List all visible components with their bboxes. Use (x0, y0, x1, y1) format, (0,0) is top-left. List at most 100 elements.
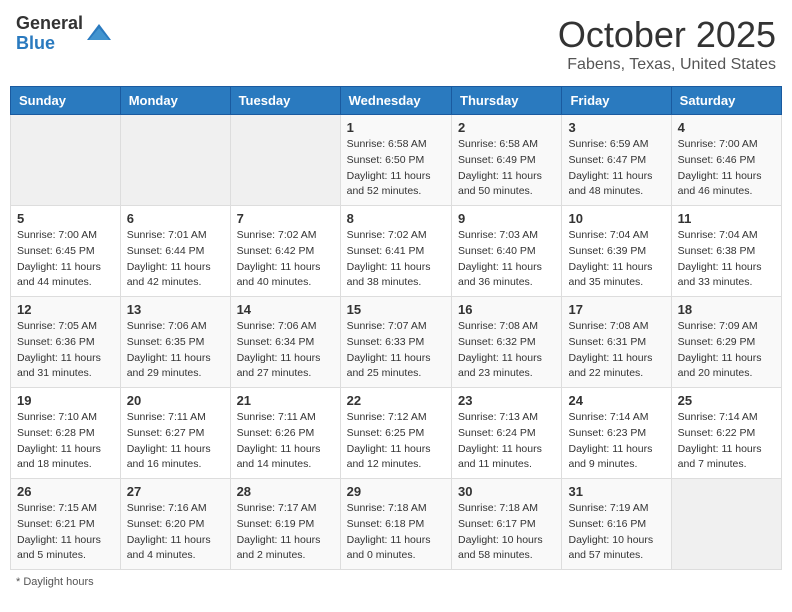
calendar-header-row: SundayMondayTuesdayWednesdayThursdayFrid… (11, 87, 782, 115)
day-info: Sunrise: 7:00 AMSunset: 6:46 PMDaylight:… (678, 137, 775, 200)
calendar-cell (120, 115, 230, 206)
calendar-cell: 10 Sunrise: 7:04 AMSunset: 6:39 PMDayligh… (562, 206, 671, 297)
calendar-cell: 17 Sunrise: 7:08 AMSunset: 6:31 PMDayligh… (562, 297, 671, 388)
day-number: 19 (17, 393, 114, 408)
logo-blue: Blue (16, 34, 83, 54)
day-info: Sunrise: 7:08 AMSunset: 6:31 PMDaylight:… (568, 319, 664, 382)
day-info: Sunrise: 7:16 AMSunset: 6:20 PMDaylight:… (127, 501, 224, 564)
calendar-header-monday: Monday (120, 87, 230, 115)
calendar-cell: 5 Sunrise: 7:00 AMSunset: 6:45 PMDaylight… (11, 206, 121, 297)
calendar-header-friday: Friday (562, 87, 671, 115)
day-info: Sunrise: 7:15 AMSunset: 6:21 PMDaylight:… (17, 501, 114, 564)
day-number: 16 (458, 302, 555, 317)
calendar-cell: 30Sunrise: 7:18 AMSunset: 6:17 PMDayligh… (452, 479, 562, 570)
calendar-week-row: 1Sunrise: 6:58 AMSunset: 6:50 PMDaylight… (11, 115, 782, 206)
calendar-cell: 29 Sunrise: 7:18 AMSunset: 6:18 PMDayligh… (340, 479, 451, 570)
day-info: Sunrise: 7:19 AMSunset: 6:16 PMDaylight:… (568, 501, 664, 564)
day-info: Sunrise: 7:01 AMSunset: 6:44 PMDaylight:… (127, 228, 224, 291)
calendar-table: SundayMondayTuesdayWednesdayThursdayFrid… (10, 86, 782, 570)
day-number: 17 (568, 302, 664, 317)
daylight-label: Daylight hours (23, 576, 93, 588)
day-info: Sunrise: 7:14 AMSunset: 6:22 PMDaylight:… (678, 410, 775, 473)
month-title: October 2025 (558, 14, 776, 56)
calendar-cell: 25 Sunrise: 7:14 AMSunset: 6:22 PMDayligh… (671, 388, 781, 479)
day-info: Sunrise: 7:11 AMSunset: 6:27 PMDaylight:… (127, 410, 224, 473)
calendar-cell: 7Sunrise: 7:02 AMSunset: 6:42 PMDaylight… (230, 206, 340, 297)
day-info: Sunrise: 7:00 AMSunset: 6:45 PMDaylight:… (17, 228, 114, 291)
day-number: 15 (347, 302, 445, 317)
calendar-week-row: 12 Sunrise: 7:05 AMSunset: 6:36 PMDayligh… (11, 297, 782, 388)
day-info: Sunrise: 7:02 AMSunset: 6:42 PMDaylight:… (237, 228, 334, 291)
calendar-cell: 15 Sunrise: 7:07 AMSunset: 6:33 PMDayligh… (340, 297, 451, 388)
logo-icon (85, 20, 113, 48)
calendar-cell: 18Sunrise: 7:09 AMSunset: 6:29 PMDayligh… (671, 297, 781, 388)
day-number: 30 (458, 484, 555, 499)
day-info: Sunrise: 7:11 AMSunset: 6:26 PMDaylight:… (237, 410, 334, 473)
day-info: Sunrise: 7:07 AMSunset: 6:33 PMDaylight:… (347, 319, 445, 382)
calendar-header-wednesday: Wednesday (340, 87, 451, 115)
day-number: 8 (347, 211, 445, 226)
calendar-cell: 12 Sunrise: 7:05 AMSunset: 6:36 PMDayligh… (11, 297, 121, 388)
calendar-week-row: 19 Sunrise: 7:10 AMSunset: 6:28 PMDayligh… (11, 388, 782, 479)
footer-note: * Daylight hours (10, 576, 782, 588)
logo-general: General (16, 14, 83, 34)
day-number: 28 (237, 484, 334, 499)
calendar-cell (230, 115, 340, 206)
day-info: Sunrise: 7:02 AMSunset: 6:41 PMDaylight:… (347, 228, 445, 291)
calendar-header-tuesday: Tuesday (230, 87, 340, 115)
day-info: Sunrise: 7:03 AMSunset: 6:40 PMDaylight:… (458, 228, 555, 291)
page-header: General Blue October 2025 Fabens, Texas,… (10, 10, 782, 78)
calendar-cell: 3Sunrise: 6:59 AMSunset: 6:47 PMDaylight… (562, 115, 671, 206)
day-info: Sunrise: 7:18 AMSunset: 6:18 PMDaylight:… (347, 501, 445, 564)
day-number: 12 (17, 302, 114, 317)
day-number: 23 (458, 393, 555, 408)
calendar-cell: 23Sunrise: 7:13 AMSunset: 6:24 PMDayligh… (452, 388, 562, 479)
day-info: Sunrise: 7:05 AMSunset: 6:36 PMDaylight:… (17, 319, 114, 382)
calendar-cell (11, 115, 121, 206)
day-number: 3 (568, 120, 664, 135)
calendar-header-sunday: Sunday (11, 87, 121, 115)
logo-text: General Blue (16, 14, 113, 54)
calendar-cell: 13 Sunrise: 7:06 AMSunset: 6:35 PMDayligh… (120, 297, 230, 388)
day-number: 27 (127, 484, 224, 499)
day-info: Sunrise: 7:06 AMSunset: 6:34 PMDaylight:… (237, 319, 334, 382)
day-info: Sunrise: 7:10 AMSunset: 6:28 PMDaylight:… (17, 410, 114, 473)
calendar-week-row: 5 Sunrise: 7:00 AMSunset: 6:45 PMDaylight… (11, 206, 782, 297)
calendar-cell: 31Sunrise: 7:19 AMSunset: 6:16 PMDayligh… (562, 479, 671, 570)
day-number: 5 (17, 211, 114, 226)
calendar-cell: 2 Sunrise: 6:58 AMSunset: 6:49 PMDaylight… (452, 115, 562, 206)
calendar-cell: 19 Sunrise: 7:10 AMSunset: 6:28 PMDayligh… (11, 388, 121, 479)
day-number: 6 (127, 211, 224, 226)
calendar-cell: 8 Sunrise: 7:02 AMSunset: 6:41 PMDaylight… (340, 206, 451, 297)
day-number: 24 (568, 393, 664, 408)
day-info: Sunrise: 7:04 AMSunset: 6:39 PMDaylight:… (568, 228, 664, 291)
day-info: Sunrise: 7:06 AMSunset: 6:35 PMDaylight:… (127, 319, 224, 382)
day-number: 20 (127, 393, 224, 408)
calendar-cell: 9 Sunrise: 7:03 AMSunset: 6:40 PMDaylight… (452, 206, 562, 297)
day-number: 21 (237, 393, 334, 408)
calendar-cell: 24 Sunrise: 7:14 AMSunset: 6:23 PMDayligh… (562, 388, 671, 479)
day-number: 22 (347, 393, 445, 408)
calendar-cell: 28Sunrise: 7:17 AMSunset: 6:19 PMDayligh… (230, 479, 340, 570)
calendar-cell: 11Sunrise: 7:04 AMSunset: 6:38 PMDayligh… (671, 206, 781, 297)
day-info: Sunrise: 7:14 AMSunset: 6:23 PMDaylight:… (568, 410, 664, 473)
logo: General Blue (16, 14, 113, 54)
day-number: 10 (568, 211, 664, 226)
calendar-cell: 14 Sunrise: 7:06 AMSunset: 6:34 PMDayligh… (230, 297, 340, 388)
day-number: 14 (237, 302, 334, 317)
day-number: 2 (458, 120, 555, 135)
day-info: Sunrise: 7:12 AMSunset: 6:25 PMDaylight:… (347, 410, 445, 473)
location-title: Fabens, Texas, United States (558, 56, 776, 74)
calendar-cell: 27 Sunrise: 7:16 AMSunset: 6:20 PMDayligh… (120, 479, 230, 570)
day-number: 29 (347, 484, 445, 499)
day-info: Sunrise: 6:58 AMSunset: 6:49 PMDaylight:… (458, 137, 555, 200)
day-number: 13 (127, 302, 224, 317)
day-info: Sunrise: 7:09 AMSunset: 6:29 PMDaylight:… (678, 319, 775, 382)
day-info: Sunrise: 7:08 AMSunset: 6:32 PMDaylight:… (458, 319, 555, 382)
title-area: October 2025 Fabens, Texas, United State… (558, 14, 776, 74)
calendar-cell: 4Sunrise: 7:00 AMSunset: 6:46 PMDaylight… (671, 115, 781, 206)
day-number: 11 (678, 211, 775, 226)
calendar-cell: 6 Sunrise: 7:01 AMSunset: 6:44 PMDaylight… (120, 206, 230, 297)
day-number: 9 (458, 211, 555, 226)
day-number: 25 (678, 393, 775, 408)
